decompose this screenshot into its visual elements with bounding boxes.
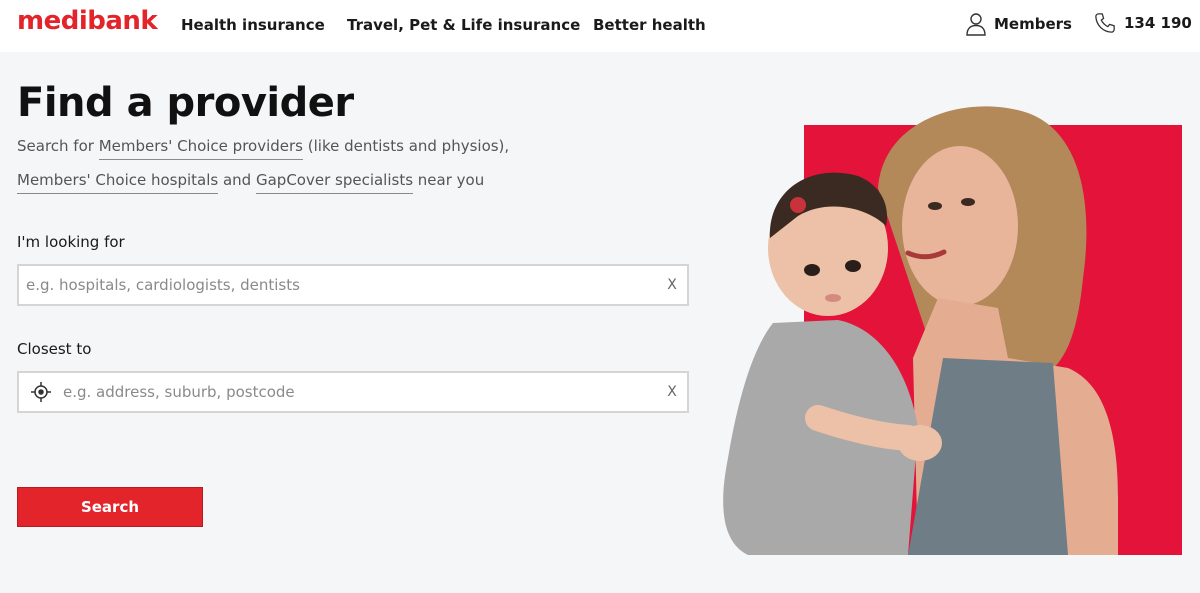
members-choice-hospitals-link[interactable]: Members' Choice hospitals (17, 171, 219, 194)
members-link[interactable]: Members (966, 12, 1072, 36)
members-label: Members (994, 15, 1072, 33)
phone-icon (1094, 12, 1116, 34)
search-button[interactable]: Search (17, 487, 203, 527)
phone-link[interactable]: 134 190 (1094, 12, 1192, 34)
gapcover-specialists-link[interactable]: GapCover specialists (255, 171, 414, 194)
looking-for-input[interactable] (26, 266, 657, 304)
members-choice-providers-link[interactable]: Members' Choice providers (98, 137, 303, 160)
intro-text: Search for (17, 137, 99, 155)
clear-closest-to-button[interactable]: X (657, 384, 687, 400)
nav-better-health[interactable]: Better health (593, 16, 706, 34)
phone-number: 134 190 (1124, 14, 1192, 32)
crosshair-icon[interactable] (19, 381, 63, 403)
person-icon (966, 12, 986, 36)
closest-to-input[interactable] (63, 373, 657, 411)
nav-travel-pet-life-insurance[interactable]: Travel, Pet & Life insurance (347, 16, 580, 34)
clear-looking-for-button[interactable]: X (657, 277, 687, 293)
site-header: medibank Health insurance Travel, Pet & … (0, 0, 1200, 52)
looking-for-label: I'm looking for (17, 233, 125, 251)
intro-text: near you (413, 171, 485, 189)
medibank-logo[interactable]: medibank (17, 6, 158, 36)
looking-for-field: X (17, 264, 689, 306)
intro-text: and (218, 171, 256, 189)
closest-to-label: Closest to (17, 340, 92, 358)
intro-line-2: Members' Choice hospitals and GapCover s… (17, 171, 485, 194)
hero-image (708, 98, 1186, 555)
closest-to-field: X (17, 371, 689, 413)
nav-health-insurance[interactable]: Health insurance (181, 16, 325, 34)
intro-line-1: Search for Members' Choice providers (li… (17, 137, 510, 160)
page-title: Find a provider (17, 80, 354, 126)
intro-text: (like dentists and physios), (303, 137, 510, 155)
